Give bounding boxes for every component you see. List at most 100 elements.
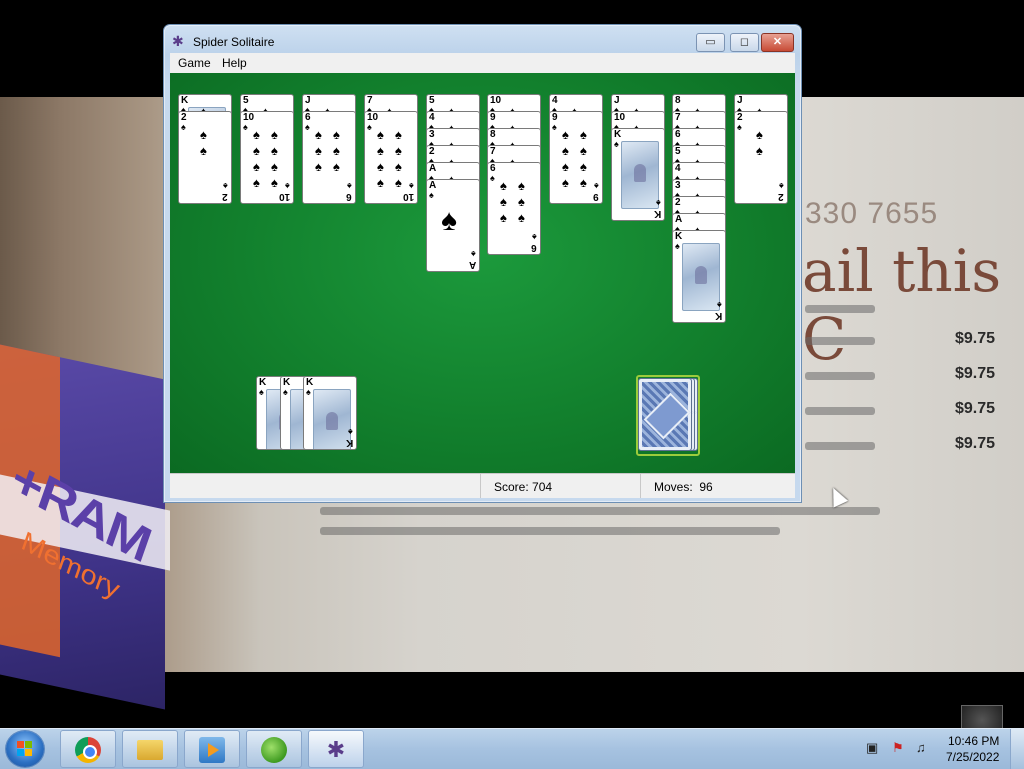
card-pip: ♠ — [518, 178, 525, 193]
card-pip: ♠ — [253, 159, 260, 174]
card-pip: ♠ — [315, 143, 322, 158]
card-suit: ♠ — [656, 198, 661, 208]
windows-logo-icon — [17, 741, 33, 757]
card-suit: ♠ — [409, 181, 414, 191]
card-pip: ♠ — [271, 159, 278, 174]
card-pip: ♠ — [756, 127, 763, 142]
network-icon[interactable]: ▣ — [866, 741, 880, 755]
maximize-button[interactable]: ◻ — [730, 33, 759, 52]
card-suit: ♠ — [181, 122, 186, 132]
show-desktop-button[interactable] — [1010, 729, 1024, 769]
card-suit: ♠ — [737, 122, 742, 132]
clock-time[interactable]: 10:46 PM — [948, 734, 999, 748]
playing-card[interactable]: 6 ♠ ♠ ♠ ♠ ♠ ♠ ♠ 6 ♠ — [302, 111, 356, 204]
card-suit: ♠ — [471, 249, 476, 259]
playing-card[interactable]: 6 ♠ ♠ ♠ ♠ ♠ ♠ ♠ 6 ♠ — [487, 162, 541, 255]
card-suit: ♠ — [306, 387, 311, 397]
card-pip: ♠ — [500, 210, 507, 225]
taskbar-explorer[interactable] — [122, 730, 178, 768]
menu-game[interactable]: Game — [178, 56, 211, 70]
card-rank: 6 — [531, 242, 537, 253]
card-big-pip: ♠ — [441, 204, 457, 237]
card-pip: ♠ — [580, 159, 587, 174]
playing-card[interactable]: 10 ♠ ♠ ♠ ♠ ♠ ♠ ♠ ♠ ♠ 10 ♠ — [240, 111, 294, 204]
card-suit: ♠ — [594, 181, 599, 191]
card-suit: ♠ — [243, 122, 248, 132]
card-rank: K — [345, 437, 353, 448]
card-pip: ♠ — [580, 127, 587, 142]
card-pip: ♠ — [271, 175, 278, 190]
photo-software-box: +RAM Memory — [0, 344, 170, 710]
card-pip: ♠ — [377, 175, 384, 190]
card-pip: ♠ — [377, 159, 384, 174]
card-pip: ♠ — [580, 175, 587, 190]
system-tray: ▣ ⚑ ♫ — [862, 739, 942, 759]
clock-date[interactable]: 7/25/2022 — [946, 750, 999, 764]
card-pip: ♠ — [562, 127, 569, 142]
card-pip: ♠ — [271, 143, 278, 158]
card-pip: ♠ — [562, 143, 569, 158]
card-rank: 2 — [778, 191, 784, 202]
card-pip: ♠ — [333, 127, 340, 142]
stock-highlight — [636, 375, 700, 456]
card-suit: ♠ — [347, 181, 352, 191]
card-pip: ♠ — [377, 143, 384, 158]
photo-price: $9.75 — [955, 330, 996, 347]
card-suit: ♠ — [348, 427, 353, 437]
card-suit: ♠ — [305, 122, 310, 132]
playing-card[interactable]: A ♠ ♠ A ♠ — [426, 179, 480, 272]
action-center-icon[interactable]: ⚑ — [892, 741, 906, 755]
card-suit: ♠ — [283, 387, 288, 397]
media-player-icon — [199, 737, 225, 763]
close-button[interactable]: ✕ — [761, 33, 794, 52]
card-rank: K — [653, 208, 661, 219]
card-rank: A — [468, 259, 476, 270]
playing-card[interactable]: 2 ♠ ♠ ♠ 2 ♠ — [178, 111, 232, 204]
taskbar-media-player[interactable] — [184, 730, 240, 768]
card-suit: ♠ — [779, 181, 784, 191]
taskbar: ✱ ▣ ⚑ ♫ 10:46 PM 7/25/2022 — [0, 728, 1024, 769]
taskbar-spider-solitaire[interactable]: ✱ — [308, 730, 364, 768]
card-suit: ♠ — [367, 122, 372, 132]
playing-card[interactable]: 2 ♠ ♠ ♠ 2 ♠ — [734, 111, 788, 204]
card-pip: ♠ — [200, 143, 207, 158]
photo-price: $9.75 — [955, 400, 996, 417]
card-pip: ♠ — [756, 143, 763, 158]
taskbar-chrome[interactable] — [60, 730, 116, 768]
card-pip: ♠ — [562, 159, 569, 174]
card-pip: ♠ — [395, 143, 402, 158]
moves-display: Moves: 96 — [654, 480, 713, 494]
moves-value: 96 — [699, 480, 713, 494]
card-pip: ♠ — [500, 194, 507, 209]
card-suit: ♠ — [259, 387, 264, 397]
card-suit: ♠ — [614, 139, 619, 149]
playing-card[interactable]: 10 ♠ ♠ ♠ ♠ ♠ ♠ ♠ ♠ ♠ 10 ♠ — [364, 111, 418, 204]
card-rank: 10 — [402, 191, 414, 202]
minimize-button[interactable]: ▭ — [696, 33, 725, 52]
chrome-icon — [75, 737, 101, 763]
card-pip: ♠ — [580, 143, 587, 158]
card-pip: ♠ — [253, 143, 260, 158]
start-button[interactable] — [6, 731, 44, 767]
card-rank: 9 — [593, 191, 599, 202]
playing-card[interactable]: 9 ♠ ♠ ♠ ♠ ♠ ♠ ♠ ♠ ♠ 9 ♠ — [549, 111, 603, 204]
menu-bar: Game Help — [170, 53, 795, 73]
completed-pile[interactable]: K ♠ K ♠ — [303, 376, 357, 450]
playing-card[interactable]: K ♠ K ♠ — [672, 230, 726, 323]
card-pip: ♠ — [395, 127, 402, 142]
card-pip: ♠ — [253, 127, 260, 142]
card-rank: 6 — [346, 191, 352, 202]
game-board[interactable]: K♠♠2♠♠♠2♠5♠♠10♠♠♠♠♠♠♠♠♠10♠J♠♠6♠♠♠♠♠♠♠6♠7… — [170, 73, 849, 508]
card-pip: ♠ — [200, 127, 207, 142]
card-suit: ♠ — [552, 122, 557, 132]
photo-price: $9.75 — [955, 435, 996, 452]
card-pip: ♠ — [395, 159, 402, 174]
moves-label: Moves: — [654, 480, 693, 494]
volume-icon[interactable]: ♫ — [916, 741, 930, 755]
card-pip: ♠ — [500, 178, 507, 193]
playing-card[interactable]: K ♠ K ♠ — [611, 128, 665, 221]
card-pip: ♠ — [377, 127, 384, 142]
menu-help[interactable]: Help — [222, 56, 247, 70]
taskbar-media-center[interactable] — [246, 730, 302, 768]
card-pip: ♠ — [518, 194, 525, 209]
